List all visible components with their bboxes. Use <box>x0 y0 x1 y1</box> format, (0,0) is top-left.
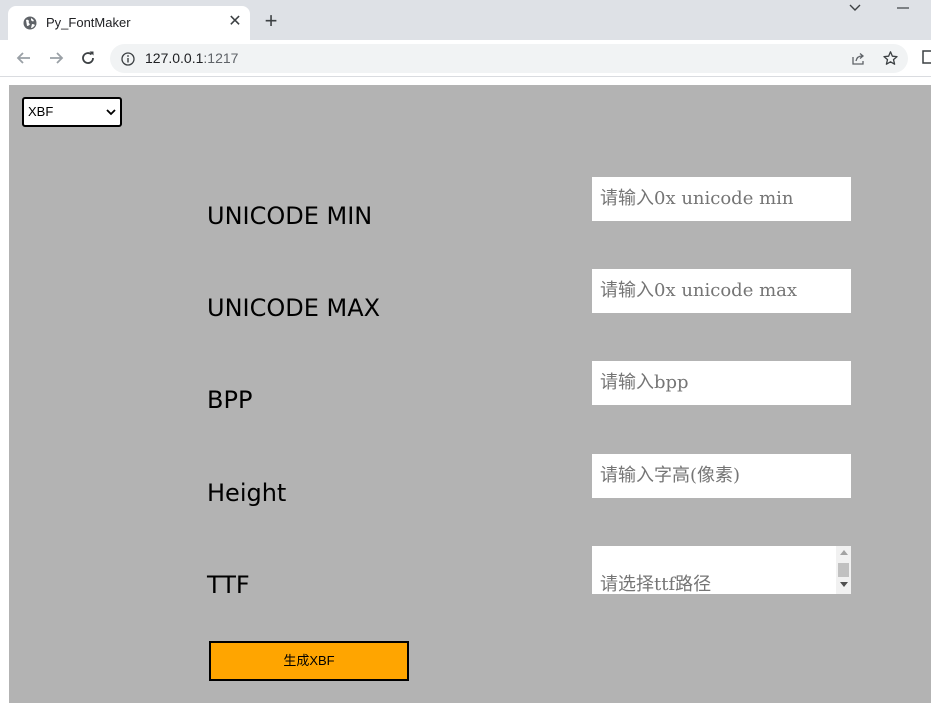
height-label: Height <box>207 479 287 507</box>
textarea-scrollbar[interactable] <box>836 546 851 594</box>
ttf-path-textarea[interactable]: 请选择ttf路径 <box>592 546 851 594</box>
unicode-min-label: UNICODE MIN <box>207 202 373 230</box>
reload-icon[interactable] <box>78 48 98 68</box>
scroll-thumb[interactable] <box>838 563 849 577</box>
back-arrow-icon[interactable] <box>14 48 34 68</box>
height-input[interactable]: 请输入字高(像素) <box>592 454 851 498</box>
share-icon[interactable] <box>850 51 866 67</box>
url-port: :1217 <box>203 50 239 66</box>
globe-icon <box>23 16 37 30</box>
bpp-input[interactable]: 请输入bpp <box>592 361 851 405</box>
star-icon[interactable] <box>882 50 899 67</box>
page-content: XBF UNICODE MIN 请输入0x unicode min UNICOD… <box>9 85 931 703</box>
new-tab-button[interactable]: + <box>260 10 282 32</box>
forward-arrow-icon[interactable] <box>46 48 66 68</box>
minimize-icon[interactable] <box>895 0 911 16</box>
format-select-value: XBF <box>28 104 54 119</box>
bpp-label: BPP <box>207 386 253 414</box>
generate-xbf-button[interactable]: 生成XBF <box>209 641 409 681</box>
ttf-label: TTF <box>207 571 250 599</box>
chevron-down-icon[interactable] <box>845 0 865 16</box>
tab-strip: Py_FontMaker ✕ + <box>0 0 931 40</box>
info-icon[interactable] <box>121 52 135 66</box>
side-panel-icon[interactable] <box>922 49 931 65</box>
scroll-down-arrow-icon[interactable] <box>840 582 848 587</box>
unicode-max-label: UNICODE MAX <box>207 294 381 322</box>
unicode-min-input[interactable]: 请输入0x unicode min <box>592 177 851 221</box>
browser-tab[interactable]: Py_FontMaker ✕ <box>8 6 250 40</box>
ttf-placeholder: 请选择ttf路径 <box>600 574 712 594</box>
address-bar[interactable]: 127.0.0.1:1217 <box>110 44 908 73</box>
url-host: 127.0.0.1 <box>145 50 204 66</box>
format-select[interactable]: XBF <box>22 97 122 127</box>
scroll-up-arrow-icon[interactable] <box>840 550 848 555</box>
url-text: 127.0.0.1:1217 <box>145 50 238 66</box>
unicode-max-input[interactable]: 请输入0x unicode max <box>592 269 851 313</box>
browser-toolbar: 127.0.0.1:1217 <box>0 40 931 77</box>
tab-title: Py_FontMaker <box>46 15 131 30</box>
chevron-down-icon <box>106 109 116 116</box>
close-tab-icon[interactable]: ✕ <box>226 13 244 31</box>
